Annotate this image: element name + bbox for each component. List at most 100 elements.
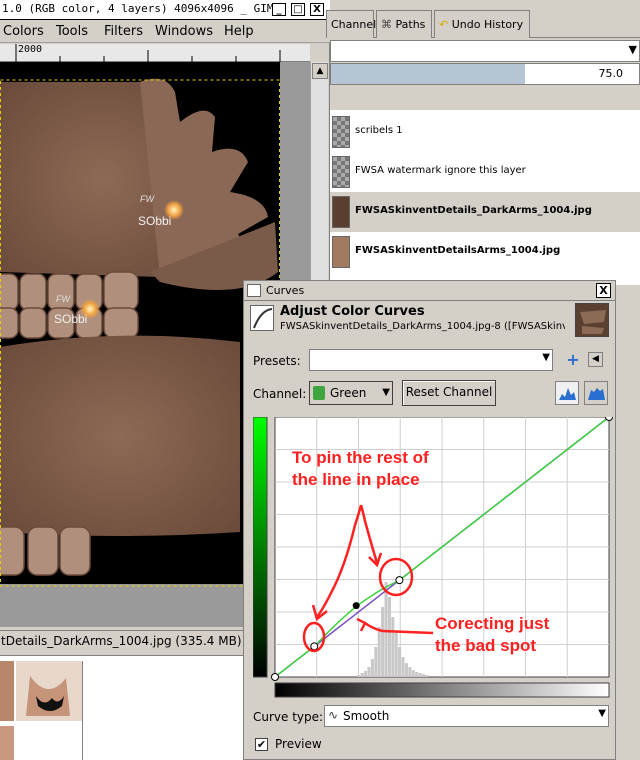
preview-checkbox[interactable]: ✔ bbox=[255, 738, 268, 751]
menu-filters[interactable]: Filters bbox=[104, 24, 143, 39]
smooth-curve-icon: ∿ bbox=[328, 708, 339, 722]
histogram-bar bbox=[370, 659, 374, 677]
opacity-slider[interactable]: 75.0 bbox=[330, 63, 640, 85]
layer-thumbnail bbox=[332, 116, 350, 148]
chevron-down-icon: ▼ bbox=[542, 352, 550, 363]
curve-editor[interactable]: To pin the rest of the line in place Cor… bbox=[252, 413, 613, 702]
histogram-bar bbox=[391, 617, 395, 677]
histogram-bar bbox=[387, 597, 391, 677]
opacity-fill bbox=[331, 64, 526, 84]
channel-value: Green bbox=[330, 386, 367, 400]
tab-undo-history[interactable]: ↶ Undo History bbox=[434, 10, 530, 38]
histogram-bar bbox=[418, 673, 422, 677]
linear-histogram-icon[interactable] bbox=[555, 381, 579, 405]
vertical-gradient-bar bbox=[252, 416, 268, 678]
layer-thumbnail bbox=[332, 196, 350, 228]
layer-row[interactable]: FWSA watermark ignore this layer bbox=[330, 152, 640, 192]
watermark-small-2: FW bbox=[56, 294, 71, 304]
histogram-bar bbox=[408, 667, 412, 677]
histogram-bar bbox=[377, 627, 381, 677]
log-histogram-icon[interactable] bbox=[584, 381, 608, 405]
reset-channel-button[interactable]: Reset Channel bbox=[402, 380, 496, 406]
histogram-bar bbox=[394, 632, 398, 677]
channel-label-text: Channel: bbox=[253, 387, 307, 401]
image-preview-thumbnail bbox=[575, 303, 609, 337]
curve-graph[interactable]: To pin the rest of the line in place Cor… bbox=[252, 413, 613, 702]
curve-type-label: Curve type: bbox=[253, 710, 323, 724]
curve-control-point[interactable] bbox=[310, 642, 319, 651]
add-preset-icon[interactable]: + bbox=[564, 351, 582, 369]
watermark-text-2: SObbi bbox=[54, 312, 87, 326]
horizontal-ruler[interactable]: 2000 bbox=[0, 44, 310, 62]
layer-row[interactable]: FWSASkinventDetailsArms_1004.jpg bbox=[330, 232, 640, 272]
histogram-bar bbox=[374, 647, 378, 677]
histogram-bar bbox=[411, 670, 415, 677]
preset-menu-icon[interactable]: ◀ bbox=[588, 352, 603, 367]
histogram-bar bbox=[415, 672, 419, 677]
curves-dialog: Curves X Adjust Color Curves FWSASkinven… bbox=[243, 280, 616, 760]
tab-paths[interactable]: ⌘ Paths bbox=[376, 10, 432, 38]
histogram-bar bbox=[367, 667, 371, 677]
paths-icon: ⌘ bbox=[381, 18, 392, 31]
channel-combo[interactable]: Green ▼ bbox=[309, 381, 393, 405]
curve-type-label-text: Curve type: bbox=[253, 710, 324, 724]
curve-control-point[interactable] bbox=[605, 413, 613, 421]
curves-titlebar[interactable]: Curves X bbox=[244, 281, 615, 301]
histogram-bar bbox=[357, 675, 361, 677]
menu-tools[interactable]: Tools bbox=[56, 24, 88, 39]
curves-window-title: Curves bbox=[266, 284, 305, 297]
scroll-up-icon[interactable]: ▲ bbox=[312, 63, 328, 79]
menu-bar: Colors Tools Filters Windows Help bbox=[0, 21, 330, 43]
menu-colors[interactable]: Colors bbox=[3, 24, 44, 39]
layer-row-selected[interactable]: FWSASkinventDetails_DarkArms_1004.jpg bbox=[330, 192, 640, 232]
thumbnails[interactable] bbox=[0, 656, 245, 760]
undo-icon: ↶ bbox=[439, 18, 449, 31]
histogram-bar bbox=[398, 647, 402, 677]
histogram-bar bbox=[360, 673, 364, 677]
presets-combo[interactable]: ▼ bbox=[309, 349, 553, 371]
fix-note-line-2: the bad spot bbox=[435, 636, 536, 655]
tab-channels-label: Channels bbox=[331, 18, 382, 31]
image-window-titlebar[interactable]: 1.0 (RGB color, 4 layers) 4096x4096 _ GI… bbox=[0, 0, 330, 20]
close-icon[interactable]: X bbox=[596, 283, 611, 298]
menu-help[interactable]: Help bbox=[224, 24, 254, 39]
tab-undo-label: Undo History bbox=[451, 18, 524, 31]
curve-control-point[interactable] bbox=[352, 602, 360, 610]
chevron-down-icon: ▼ bbox=[598, 708, 606, 719]
histogram-bar bbox=[381, 607, 385, 677]
dialog-subheading: FWSASkinventDetails_DarkArms_1004.jpg-8 … bbox=[280, 321, 565, 332]
close-button[interactable]: X bbox=[310, 3, 324, 16]
curve-type-combo[interactable]: ∿ Smooth ▼ bbox=[324, 705, 609, 727]
thumbnail-strip bbox=[0, 655, 245, 760]
layer-name: FWSA watermark ignore this layer bbox=[355, 165, 526, 176]
layer-list: scribels 1 FWSA watermark ignore this la… bbox=[330, 110, 640, 285]
maximize-button[interactable]: □ bbox=[291, 3, 305, 16]
histogram-bar bbox=[384, 582, 388, 677]
fix-note-line-1: Corecting just bbox=[435, 614, 550, 633]
screen: 1.0 (RGB color, 4 layers) 4096x4096 _ GI… bbox=[0, 0, 640, 760]
dialog-heading: Adjust Color Curves bbox=[280, 304, 425, 319]
opacity-value: 75.0 bbox=[598, 67, 624, 80]
layer-thumbnail bbox=[332, 236, 350, 268]
pin-note-line-1: To pin the rest of bbox=[292, 448, 429, 467]
image-window-title: 1.0 (RGB color, 4 layers) 4096x4096 _ GI… bbox=[2, 2, 281, 15]
chevron-down-icon: ▼ bbox=[382, 387, 390, 398]
curve-type-value: Smooth bbox=[343, 709, 390, 723]
tab-paths-label: Paths bbox=[395, 18, 426, 31]
histogram-bar bbox=[421, 674, 425, 677]
histogram-bar bbox=[401, 657, 405, 677]
menu-windows[interactable]: Windows bbox=[155, 24, 213, 39]
dock-tabs: Channels ⌘ Paths ↶ Undo History bbox=[326, 8, 640, 38]
channel-label: Channel: bbox=[253, 387, 306, 401]
histogram-bar bbox=[404, 663, 408, 677]
curve-control-point[interactable] bbox=[271, 673, 279, 681]
minimize-button[interactable]: _ bbox=[272, 3, 286, 16]
layer-mode-combo[interactable]: ▼ bbox=[330, 40, 640, 62]
histogram-bar bbox=[364, 671, 368, 677]
curves-header: Adjust Color Curves FWSASkinventDetails_… bbox=[248, 303, 613, 341]
layer-row[interactable]: scribels 1 bbox=[330, 112, 640, 152]
horizontal-gradient-bar bbox=[274, 682, 610, 698]
presets-label: Presets: bbox=[253, 354, 301, 368]
tab-channels[interactable]: Channels bbox=[326, 10, 382, 38]
curve-control-point[interactable] bbox=[395, 576, 404, 585]
